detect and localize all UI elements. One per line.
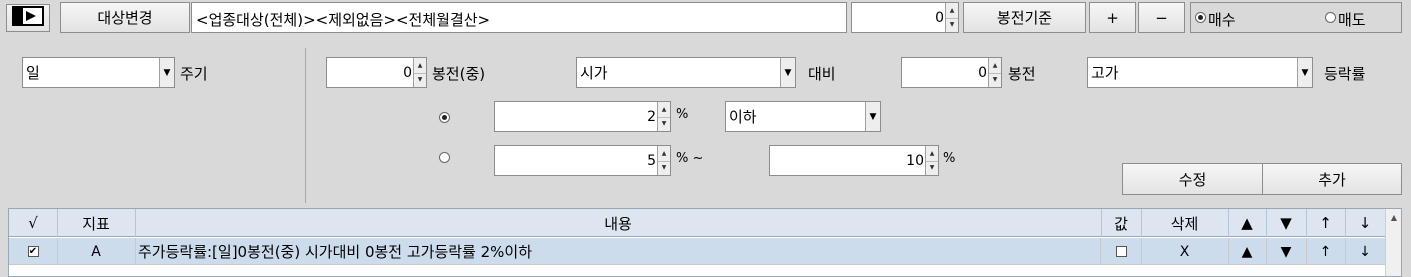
bars-before-b-arrows[interactable]: ▲ ▼ [988, 58, 1001, 87]
price-b-select[interactable]: 고가 ▼ [1087, 57, 1313, 88]
row-move-up-button[interactable]: ↑ [1306, 238, 1346, 265]
buy-radio[interactable] [1195, 12, 1206, 23]
row-move-bottom-button[interactable]: ▼ [1266, 238, 1307, 265]
header-check: √ [9, 209, 58, 237]
condition-1-value: 2 [647, 108, 656, 125]
header-move-up: ↑ [1306, 209, 1346, 237]
condition-2-to-spinner[interactable]: 10 ▲ ▼ [769, 145, 939, 176]
sell-label: 매도 [1338, 11, 1366, 29]
panel-icon [12, 6, 44, 30]
condition-1-operator-value: 이하 [729, 108, 757, 126]
basis-button[interactable]: 봉전기준 [963, 2, 1086, 33]
condition-2-from-value: 5 [647, 152, 656, 169]
spin-up-icon[interactable]: ▲ [946, 3, 958, 19]
header-move-down: ↓ [1345, 209, 1386, 237]
compare-label: 대비 [808, 65, 836, 83]
count-spinner[interactable]: 0 ▲ ▼ [851, 2, 959, 33]
price-a-select[interactable]: 시가 ▼ [576, 57, 796, 88]
header-move-top: ▲ [1228, 209, 1267, 237]
trade-sell-option[interactable]: 매도 [1325, 3, 1401, 32]
price-b-value: 고가 [1091, 64, 1119, 82]
bars-before-a-arrows[interactable]: ▲ ▼ [413, 58, 426, 87]
spin-up-icon[interactable]: ▲ [658, 102, 670, 118]
bars-before-b-value: 0 [978, 64, 987, 81]
bars-before-a-spinner[interactable]: 0 ▲ ▼ [326, 57, 427, 88]
spin-down-icon[interactable]: ▼ [414, 73, 426, 88]
dropdown-icon[interactable]: ▼ [780, 58, 795, 87]
add-button[interactable]: 추가 [1262, 163, 1402, 195]
dropdown-icon[interactable]: ▼ [1297, 58, 1312, 87]
row-move-down-button[interactable]: ↓ [1345, 238, 1386, 265]
spin-up-icon[interactable]: ▲ [926, 146, 938, 162]
row-indicator: A [57, 238, 136, 265]
condition-2-to-value: 10 [906, 152, 924, 169]
trade-type-group: 매수 매도 [1190, 2, 1402, 33]
price-a-value: 시가 [580, 64, 608, 82]
condition-table: √ 지표 내용 값 삭제 ▲ ▼ ↑ ↓ ✔ A 주가등락률:[일]0봉전(중)… [8, 208, 1402, 277]
minus-button[interactable]: − [1138, 2, 1185, 33]
dropdown-icon[interactable]: ▼ [159, 58, 174, 87]
row-move-top-button[interactable]: ▲ [1228, 238, 1267, 265]
rate-label: 등락률 [1324, 65, 1366, 83]
vertical-scrollbar[interactable]: ▲ [1385, 209, 1401, 276]
plus-button[interactable]: + [1089, 2, 1136, 33]
condition-1-unit: % [676, 107, 689, 122]
condition-2-radio[interactable] [439, 152, 450, 163]
spin-up-icon[interactable]: ▲ [658, 146, 670, 162]
target-text: <업종대상(전체)><제외없음><전체월결산> [196, 11, 491, 29]
header-move-bottom: ▼ [1266, 209, 1307, 237]
condition-1-value-spinner[interactable]: 2 ▲ ▼ [494, 101, 671, 132]
dropdown-icon[interactable]: ▼ [865, 102, 880, 131]
spin-down-icon[interactable]: ▼ [658, 161, 670, 176]
bars-before-b-label: 봉전 [1008, 65, 1036, 83]
count-value: 0 [935, 9, 944, 26]
header-delete: 삭제 [1141, 209, 1229, 237]
condition-2-from-unit: % ~ [676, 151, 704, 166]
row-value-checkbox[interactable] [1115, 246, 1127, 257]
trade-buy-option[interactable]: 매수 [1195, 3, 1295, 32]
layout-toggle-button[interactable] [6, 4, 50, 32]
period-value: 일 [26, 64, 40, 82]
spin-down-icon[interactable]: ▼ [989, 73, 1001, 88]
spin-up-icon[interactable]: ▲ [414, 58, 426, 74]
scroll-up-icon[interactable]: ▲ [1386, 209, 1401, 226]
bars-before-a-value: 0 [403, 64, 412, 81]
row-checkbox[interactable]: ✔ [27, 246, 39, 257]
bars-before-b-spinner[interactable]: 0 ▲ ▼ [901, 57, 1002, 88]
header-value: 값 [1101, 209, 1142, 237]
table-header: √ 지표 내용 값 삭제 ▲ ▼ ↑ ↓ [9, 209, 1386, 237]
header-indicator: 지표 [57, 209, 136, 237]
condition-2-to-unit: % [943, 151, 956, 166]
period-select[interactable]: 일 ▼ [22, 57, 175, 88]
table-row[interactable]: ✔ A 주가등락률:[일]0봉전(중) 시가대비 0봉전 고가등락률 2%이하 … [9, 238, 1386, 265]
spin-down-icon[interactable]: ▼ [658, 117, 670, 132]
modify-button[interactable]: 수정 [1122, 163, 1263, 195]
target-display-field: <업종대상(전체)><제외없음><전체월결산> [191, 2, 847, 33]
row-check-cell[interactable]: ✔ [9, 238, 58, 265]
condition-2-to-arrows[interactable]: ▲ ▼ [925, 146, 938, 175]
condition-2-from-arrows[interactable]: ▲ ▼ [657, 146, 670, 175]
condition-1-operator-select[interactable]: 이하 ▼ [725, 101, 881, 132]
row-content: 주가등락률:[일]0봉전(중) 시가대비 0봉전 고가등락률 2%이하 [135, 238, 1101, 265]
count-spinner-arrows[interactable]: ▲ ▼ [945, 3, 958, 32]
buy-label: 매수 [1208, 11, 1236, 29]
sell-radio[interactable] [1325, 12, 1336, 23]
spin-up-icon[interactable]: ▲ [989, 58, 1001, 74]
header-content: 내용 [135, 209, 1102, 237]
bars-before-a-label: 봉전(중) [432, 65, 486, 83]
condition-1-arrows[interactable]: ▲ ▼ [657, 102, 670, 131]
vertical-divider [305, 48, 306, 203]
spin-down-icon[interactable]: ▼ [926, 161, 938, 176]
target-change-button[interactable]: 대상변경 [60, 2, 190, 33]
period-label: 주기 [180, 65, 208, 83]
spin-down-icon[interactable]: ▼ [946, 18, 958, 33]
row-value-cell[interactable] [1101, 238, 1142, 265]
condition-2-from-spinner[interactable]: 5 ▲ ▼ [494, 145, 671, 176]
row-delete-button[interactable]: X [1141, 238, 1229, 265]
condition-1-radio[interactable] [439, 112, 450, 123]
